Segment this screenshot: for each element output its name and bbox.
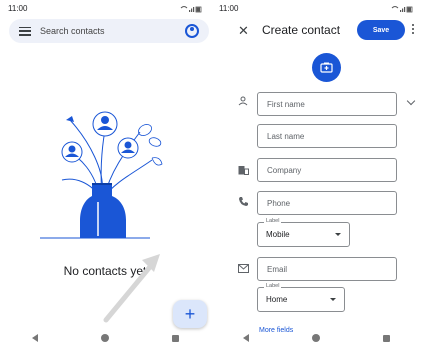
wifi-signal-battery-icon: [180, 6, 202, 13]
create-contact-screen: 11:00 ✕ Create contact Save First name L…: [211, 0, 421, 347]
back-icon[interactable]: [31, 334, 38, 342]
more-options-icon[interactable]: [412, 24, 415, 34]
navigation-bar: [211, 329, 421, 347]
email-label-caption: Label: [264, 283, 282, 289]
last-name-field[interactable]: Last name: [257, 124, 397, 148]
status-icons: [391, 5, 413, 13]
wifi-signal-battery-icon: [391, 6, 413, 13]
status-time: 11:00: [8, 4, 28, 13]
company-field[interactable]: Company: [257, 158, 397, 182]
email-label-select[interactable]: Label Home: [257, 283, 345, 312]
email-label-value: Home: [266, 295, 288, 304]
chevron-down-icon[interactable]: [406, 96, 416, 106]
close-icon[interactable]: ✕: [238, 23, 249, 39]
arrow-pointer-graphic: [103, 254, 160, 323]
caret-down-icon: [335, 233, 341, 236]
home-icon[interactable]: [311, 334, 320, 342]
phone-icon: [239, 197, 248, 206]
caret-down-icon: [330, 298, 336, 301]
phone-field[interactable]: Phone: [257, 191, 397, 215]
empty-state-illustration: [40, 111, 163, 239]
page-title: Create contact: [262, 23, 341, 37]
recents-icon[interactable]: [382, 334, 390, 342]
email-field[interactable]: Email: [257, 257, 397, 281]
status-bar: 11:00: [219, 4, 413, 16]
search-bar[interactable]: Search contacts: [9, 19, 209, 43]
phone-label-select[interactable]: Label Mobile: [257, 218, 350, 247]
account-circle-icon[interactable]: [185, 24, 199, 38]
back-icon[interactable]: [242, 334, 249, 342]
add-photo-button[interactable]: [312, 53, 341, 82]
home-icon[interactable]: [100, 334, 109, 342]
app-bar: ✕ Create contact Save: [211, 20, 421, 42]
add-contact-button[interactable]: +: [173, 300, 207, 328]
business-icon: [238, 166, 249, 175]
first-name-field[interactable]: First name: [257, 92, 397, 116]
recents-icon[interactable]: [171, 334, 179, 342]
menu-icon[interactable]: [19, 26, 31, 36]
search-input[interactable]: Search contacts: [40, 26, 185, 36]
status-time: 11:00: [219, 4, 239, 13]
contacts-list-screen: 11:00 Search contacts No contacts yet +: [0, 0, 210, 347]
status-icons: [180, 5, 202, 13]
phone-label-caption: Label: [264, 218, 282, 224]
add-photo-icon: [320, 62, 333, 73]
save-button[interactable]: Save: [357, 20, 405, 40]
status-bar: 11:00: [8, 4, 202, 16]
person-icon: [238, 96, 248, 106]
navigation-bar: [0, 329, 210, 347]
phone-label-value: Mobile: [266, 230, 290, 239]
email-icon: [238, 264, 249, 273]
